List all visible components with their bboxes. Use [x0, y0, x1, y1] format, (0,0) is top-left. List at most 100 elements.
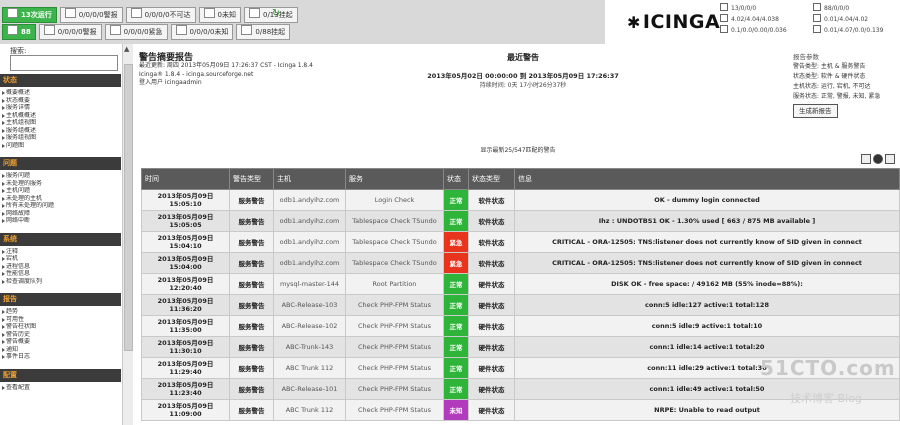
print-icon[interactable]	[873, 154, 883, 164]
cell-type: 服务警告	[229, 252, 274, 274]
sidebar-item[interactable]: 检查调度队列	[0, 278, 121, 286]
sidebar-scrollbar[interactable]: ▲	[122, 44, 133, 425]
cell-host[interactable]: ABC-Release-101	[273, 378, 346, 400]
export-icons	[861, 154, 895, 164]
sidebar-item[interactable]: 性能信息	[0, 270, 121, 278]
sidebar-item[interactable]: 状态概要	[0, 97, 121, 105]
cell-host[interactable]: odb1.andyihz.com	[273, 189, 346, 211]
cell-host[interactable]: ABC-Release-103	[273, 294, 346, 316]
table-header: 时间 警告类型 主机 服务 状态 状态类型 信息	[141, 168, 900, 190]
version-link[interactable]: Icinga® 1.8.4 - icinga.sourceforge.net	[139, 71, 313, 80]
cell-type: 服务警告	[229, 273, 274, 295]
sidebar-item[interactable]: 所有未处理的问题	[0, 202, 121, 210]
refresh-icon[interactable]: ↻	[272, 8, 280, 19]
cell-host[interactable]: ABC-Release-102	[273, 315, 346, 337]
cell-service[interactable]: Check PHP-FPM Status	[345, 378, 444, 400]
cell-info: DISK OK - free space: / 49162 MB (55% in…	[514, 273, 900, 295]
sidebar-item[interactable]: 主机概概述	[0, 112, 121, 120]
sidebar-item[interactable]: 趋势	[0, 308, 121, 316]
sidebar-item[interactable]: 宕机	[0, 255, 121, 263]
sidebar-item[interactable]: 未处理的服务	[0, 180, 121, 188]
sidebar-item[interactable]: 通知	[0, 346, 121, 354]
sidebar-item[interactable]: 查看配置	[0, 384, 121, 392]
cell-state-type: 硬件状态	[468, 399, 515, 421]
sidebar-item[interactable]: 注释	[0, 248, 121, 256]
watermark-sub: 技术博客 Blog	[790, 392, 862, 405]
sidebar-item[interactable]: 事件日志	[0, 353, 121, 361]
cell-host[interactable]: odb1.andyihz.com	[273, 252, 346, 274]
cell-service[interactable]: Check PHP-FPM Status	[345, 315, 444, 337]
scrollbar-thumb[interactable]	[124, 64, 133, 351]
sidebar-item[interactable]: 警告柱状图	[0, 323, 121, 331]
cell-service[interactable]: Tablespace Check TSundo	[345, 252, 444, 274]
sidebar-item[interactable]: 主机问题	[0, 187, 121, 195]
table-row: 2013年05月09日 15:05:10 服务警告 odb1.andyihz.com…	[141, 189, 900, 211]
table-row: 2013年05月09日 15:04:00 服务警告 odb1.andyihz.com…	[141, 252, 900, 274]
cell-host[interactable]: ABC Trunk 112	[273, 357, 346, 379]
link-icon[interactable]	[885, 154, 895, 164]
export-csv-icon[interactable]	[861, 154, 871, 164]
status-pill[interactable]: 0/0/0/0警报	[59, 7, 123, 23]
sidebar-section-header[interactable]: 问题	[0, 157, 121, 170]
cell-state: 正常	[443, 273, 469, 295]
column-header: 服务	[345, 168, 444, 190]
cell-host[interactable]: ABC-Trunk-143	[273, 336, 346, 358]
cell-state: 正常	[443, 315, 469, 337]
sidebar-item[interactable]: 服务组概述	[0, 127, 121, 135]
sidebar-item[interactable]: 服务组视图	[0, 134, 121, 142]
cell-state: 未知	[443, 399, 469, 421]
scroll-up-icon[interactable]: ▲	[124, 45, 129, 53]
table-row: 2013年05月09日 11:30:10 服务警告 ABC-Trunk-143 Che…	[141, 336, 900, 358]
sidebar-item[interactable]: 未处理的主机	[0, 195, 121, 203]
cell-service[interactable]: Check PHP-FPM Status	[345, 399, 444, 421]
cell-info: OK - dummy login connected	[514, 189, 900, 211]
sidebar-item[interactable]: 主机组视图	[0, 119, 121, 127]
sidebar-section-header[interactable]: 状态	[0, 74, 121, 87]
status-pill[interactable]: 88	[2, 24, 36, 40]
status-pill[interactable]: 0/0/0/0紧急	[104, 24, 168, 40]
service-metrics: 88/0/0/0 0.01/4.04/4.02 0.01/4.07/0.0/0.…	[813, 3, 884, 36]
cell-service[interactable]: Tablespace Check TSundo	[345, 210, 444, 232]
sidebar-item[interactable]: 服务问题	[0, 172, 121, 180]
status-pill[interactable]: 0/0/0/0不可达	[125, 7, 196, 23]
sidebar-item[interactable]: 概要概述	[0, 89, 121, 97]
sidebar-item[interactable]: 网络故障	[0, 210, 121, 218]
cell-state: 正常	[443, 336, 469, 358]
status-pill[interactable]: 0/0/0/0警报	[38, 24, 102, 40]
update-report-button[interactable]: 生成新报告	[793, 104, 838, 118]
cell-service[interactable]: Tablespace Check TSundo	[345, 231, 444, 253]
sidebar-section-header[interactable]: 报告	[0, 293, 121, 306]
sidebar-section-header[interactable]: 配置	[0, 368, 121, 382]
cell-service[interactable]: Check PHP-FPM Status	[345, 294, 444, 316]
cell-state: 正常	[443, 189, 469, 211]
sidebar-item[interactable]: 问题图	[0, 142, 121, 150]
icinga-logo: ✱ ICINGA	[627, 11, 721, 33]
sidebar-item[interactable]: 服务详情	[0, 104, 121, 112]
cell-host[interactable]: odb1.andyihz.com	[273, 231, 346, 253]
cell-host[interactable]: mysql-master-144	[273, 273, 346, 295]
cell-service[interactable]: Check PHP-FPM Status	[345, 336, 444, 358]
last-updated: 最近更新: 周四 2013年05月09日 17:26:37 CST - Icin…	[139, 62, 313, 69]
sidebar-item[interactable]: 进程信息	[0, 263, 121, 271]
cell-host[interactable]: odb1.andyihz.com	[273, 210, 346, 232]
status-pill[interactable]: 0/13挂起	[244, 7, 298, 23]
cell-state-type: 硬件状态	[468, 315, 515, 337]
cell-host[interactable]: ABC Trunk 112	[273, 399, 346, 421]
cell-service[interactable]: Root Partition	[345, 273, 444, 295]
sidebar-item[interactable]: 警告历史	[0, 331, 121, 339]
sidebar-item[interactable]: 警告概要	[0, 338, 121, 346]
report-subtitle: 最近警告	[507, 53, 539, 62]
sidebar-section-header[interactable]: 系统	[0, 232, 121, 246]
sidebar-item[interactable]: 可用性	[0, 316, 121, 324]
filter-state-types: 状态类型: 软件 & 硬件状态	[793, 73, 866, 80]
status-pill[interactable]: 0未知	[198, 7, 241, 23]
search-input[interactable]	[10, 55, 118, 71]
cell-service[interactable]: Login Check	[345, 189, 444, 211]
status-box-icon	[7, 8, 18, 18]
sidebar-item[interactable]: 网络中断	[0, 217, 121, 225]
cell-service[interactable]: Check PHP-FPM Status	[345, 357, 444, 379]
status-pill[interactable]: 0/0/0/0未知	[170, 24, 234, 40]
status-pill[interactable]: 0/88挂起	[236, 24, 291, 40]
status-pill[interactable]: 13次运行	[2, 7, 57, 23]
service-status-row: 88 0/0/0/0警报 0/0/0/0紧急 0/0/0/0未知 0/88挂起	[2, 24, 291, 40]
